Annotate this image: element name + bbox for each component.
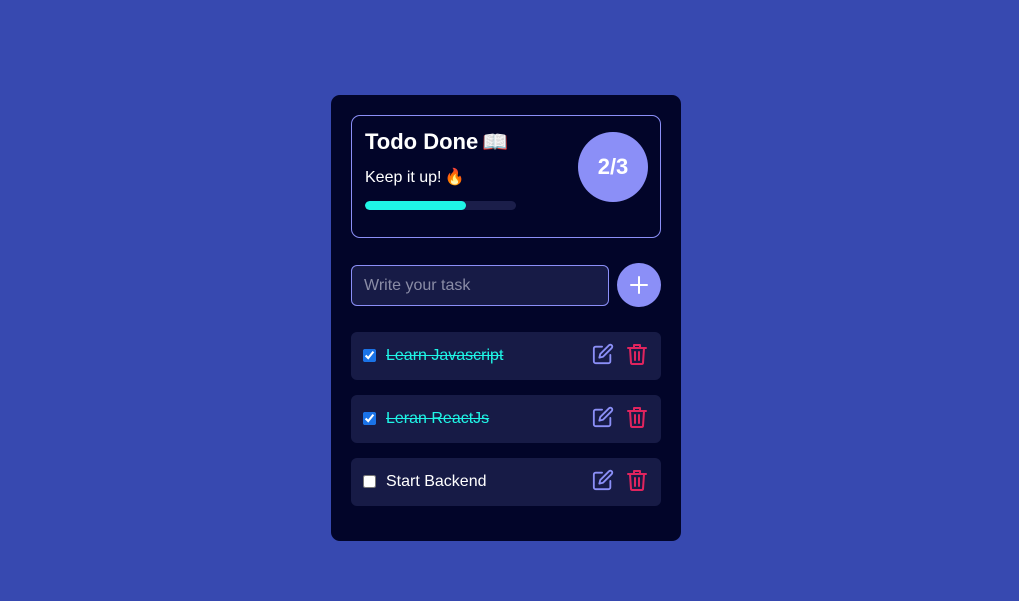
todo-app: Todo Done📖 Keep it up!🔥 2/3 Learn Javasc…	[331, 95, 681, 541]
stats-title-text: Todo Done	[365, 129, 479, 154]
todo-list: Learn Javascript Leran ReactJs Start Bac…	[351, 332, 661, 521]
progress-bar	[365, 201, 516, 210]
todo-label: Leran ReactJs	[386, 410, 490, 427]
stats-card: Todo Done 📖 Keep it up! 🔥 2/3	[351, 115, 661, 238]
todo-checkbox[interactable]	[363, 349, 376, 362]
todo-item: Start Backend	[351, 458, 661, 506]
trash-icon[interactable]	[627, 343, 647, 365]
trash-icon[interactable]	[627, 406, 647, 428]
fire-icon: 🔥	[444, 169, 465, 186]
trash-icon[interactable]	[627, 469, 647, 491]
book-icon: 📖	[482, 131, 509, 154]
edit-icon[interactable]	[592, 469, 614, 491]
todo-item: Learn Javascript	[351, 332, 661, 380]
stats-subtitle-text: Keep it up!	[365, 169, 442, 186]
todo-label: Start Backend	[386, 473, 487, 490]
done-count-badge: 2/3	[578, 132, 648, 202]
plus-icon	[630, 276, 648, 294]
stats-subtitle: Keep it up! 🔥	[365, 167, 464, 187]
add-task-button[interactable]	[617, 263, 661, 307]
todo-checkbox[interactable]	[363, 412, 376, 425]
stats-title: Todo Done 📖	[365, 129, 508, 155]
todo-item: Leran ReactJs	[351, 395, 661, 443]
todo-checkbox[interactable]	[363, 475, 376, 488]
edit-icon[interactable]	[592, 406, 614, 428]
edit-icon[interactable]	[592, 343, 614, 365]
task-input[interactable]	[351, 265, 609, 306]
todo-label: Learn Javascript	[386, 347, 504, 364]
progress-fill	[365, 201, 466, 210]
